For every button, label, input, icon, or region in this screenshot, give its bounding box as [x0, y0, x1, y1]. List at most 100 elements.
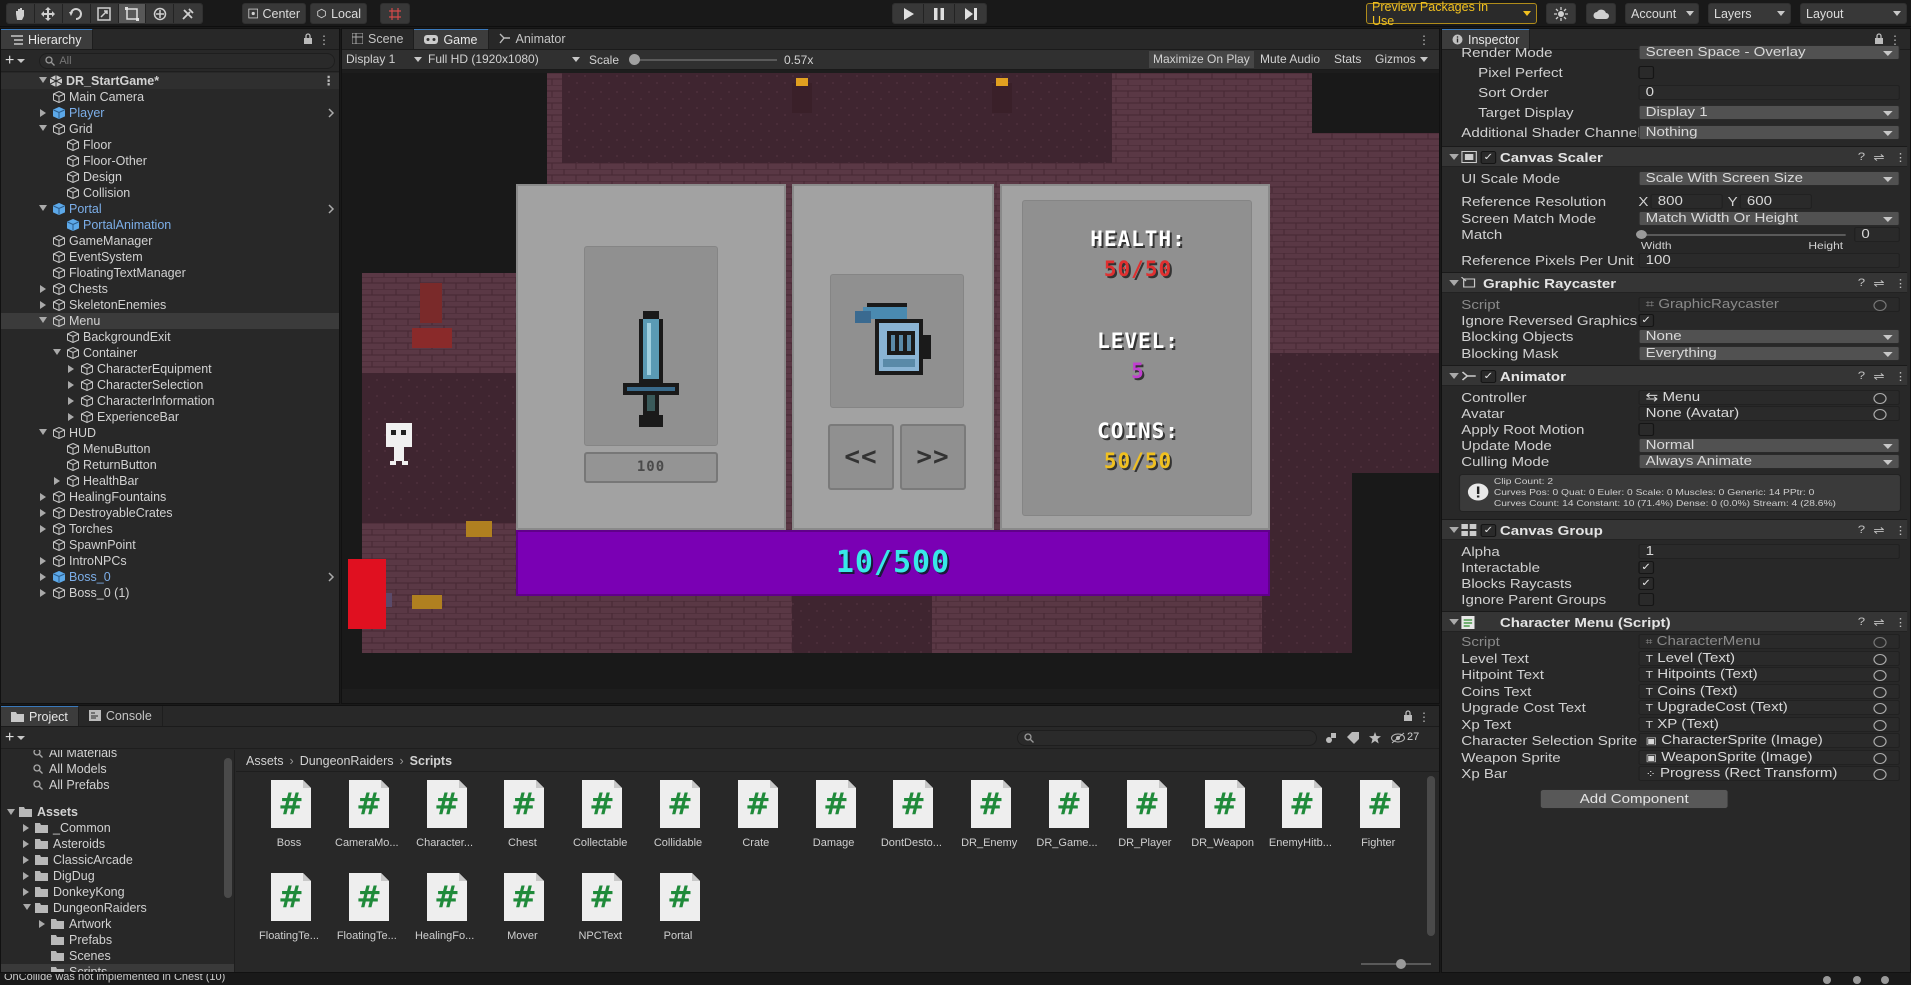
scene-row[interactable]: DR_StartGame* ⋮ [1, 73, 339, 89]
project-lock-icon[interactable] [1403, 710, 1413, 721]
hierarchy-item-floor[interactable]: Floor [1, 137, 339, 153]
object-reference-field[interactable]: T Coins (Text) [1638, 683, 1900, 699]
script-asset[interactable]: # EnemyHitb... [1268, 778, 1332, 856]
hierarchy-item-portal-animation[interactable]: PortalAnimation [1, 217, 339, 233]
hierarchy-item-floor-other[interactable]: Floor-Other [1, 153, 339, 169]
presets-icon[interactable]: ⇌ [1873, 151, 1884, 164]
assets-root[interactable]: Assets [1, 804, 234, 820]
folder-item[interactable]: Scripts [1, 964, 234, 972]
hand-tool-icon[interactable] [7, 4, 35, 23]
hierarchy-item-container[interactable]: Container [1, 345, 339, 361]
folder-item[interactable]: Scenes [1, 948, 234, 964]
lock-icon[interactable] [303, 33, 313, 44]
tree-scrollbar[interactable] [224, 758, 232, 898]
hierarchy-item-main-camera[interactable]: Main Camera [1, 89, 339, 105]
collapse-arrow-icon[interactable] [68, 381, 74, 389]
hierarchy-item-design[interactable]: Design [1, 169, 339, 185]
pause-button[interactable] [924, 4, 955, 23]
ref-y-input[interactable]: 600 [1739, 194, 1812, 209]
hierarchy-item-grid[interactable]: Grid [1, 121, 339, 137]
mute-audio-toggle[interactable]: Mute Audio [1256, 51, 1324, 68]
filter-label-icon[interactable] [1347, 732, 1359, 744]
folder-item[interactable]: Prefabs [1, 932, 234, 948]
collapse-arrow-icon[interactable] [23, 872, 29, 880]
collapse-arrow-icon[interactable] [40, 589, 46, 597]
rect-tool-icon[interactable] [118, 4, 147, 23]
canvas-group-enabled-checkbox[interactable]: ✓ [1480, 524, 1497, 537]
hierarchy-item-menu[interactable]: Menu [1, 313, 339, 329]
ref-x-input[interactable]: 800 [1650, 194, 1723, 209]
tab-hierarchy[interactable]: Hierarchy [1, 29, 93, 49]
hierarchy-item-skeleton-enemies[interactable]: SkeletonEnemies [1, 297, 339, 313]
blocking-mask-dropdown[interactable]: Everything [1638, 346, 1900, 361]
project-create-button[interactable]: + [5, 729, 26, 747]
account-dropdown[interactable]: Account [1625, 3, 1699, 24]
hierarchy-item-torches[interactable]: Torches [1, 521, 339, 537]
debug-icon[interactable] [1822, 975, 1832, 985]
help-icon[interactable]: ? [1858, 616, 1865, 628]
avatar-field[interactable]: None (Avatar) [1638, 406, 1900, 421]
grid-snap-button[interactable] [380, 3, 410, 24]
hierarchy-item-menu-button[interactable]: MenuButton [1, 441, 339, 457]
step-button[interactable] [955, 4, 986, 23]
expand-arrow-icon[interactable] [39, 125, 47, 131]
collapse-arrow-icon[interactable] [68, 413, 74, 421]
hierarchy-item-destroyable-crates[interactable]: DestroyableCrates [1, 505, 339, 521]
object-picker-icon[interactable] [1873, 769, 1887, 780]
breadcrumb-scripts[interactable]: Scripts [410, 754, 452, 768]
collapse-arrow-icon[interactable] [40, 509, 46, 517]
collapse-arrow-icon[interactable] [40, 109, 46, 117]
script-asset[interactable]: # Mover [490, 871, 554, 949]
move-tool-icon[interactable] [34, 4, 63, 23]
hierarchy-item-intro-npcs[interactable]: IntroNPCs [1, 553, 339, 569]
character-menu-header[interactable]: Character Menu (Script) ? ⇌ ⋮ [1442, 611, 1908, 632]
hierarchy-item-return-button[interactable]: ReturnButton [1, 457, 339, 473]
tab-scene[interactable]: Scene [342, 29, 415, 49]
canvas-group-header[interactable]: ✓ Canvas Group ? ⇌ ⋮ [1442, 519, 1908, 540]
stats-toggle[interactable]: Stats [1330, 51, 1365, 68]
collapse-arrow-icon[interactable] [40, 301, 46, 309]
collapse-arrow-icon[interactable] [23, 856, 29, 864]
animator-enabled-checkbox[interactable]: ✓ [1480, 370, 1497, 383]
asset-grid-scrollbar[interactable] [1427, 776, 1435, 936]
folder-item[interactable]: Asteroids [1, 836, 234, 852]
collapse-arrow-icon[interactable] [40, 493, 46, 501]
object-reference-field[interactable]: T Level (Text) [1638, 650, 1900, 666]
collapse-arrow-icon[interactable] [68, 365, 74, 373]
ppu-input[interactable]: 100 [1638, 253, 1900, 268]
breadcrumb-assets[interactable]: Assets [246, 754, 284, 768]
presets-icon[interactable]: ⇌ [1873, 370, 1884, 383]
next-character-button[interactable]: >> [900, 424, 966, 490]
project-search-input[interactable] [1017, 730, 1317, 746]
component-menu-icon[interactable]: ⋮ [1894, 151, 1907, 164]
folder-item[interactable]: Artwork [1, 916, 234, 932]
upgrade-weapon-button[interactable]: 100 [584, 452, 718, 483]
collapse-arrow-icon[interactable] [40, 573, 46, 581]
hierarchy-item-game-manager[interactable]: GameManager [1, 233, 339, 249]
play-button[interactable] [893, 4, 924, 23]
shader-channels-dropdown[interactable]: Nothing [1638, 125, 1900, 140]
hierarchy-item-collision[interactable]: Collision [1, 185, 339, 201]
folder-item[interactable]: DigDug [1, 868, 234, 884]
ignore-reversed-checkbox[interactable]: ✓ [1638, 314, 1655, 327]
hierarchy-search-input[interactable]: All [39, 52, 335, 69]
component-menu-icon[interactable]: ⋮ [1894, 370, 1907, 383]
hierarchy-item-player[interactable]: Player [1, 105, 339, 121]
component-menu-icon[interactable]: ⋮ [1894, 524, 1907, 537]
presets-icon[interactable]: ⇌ [1873, 524, 1884, 537]
hierarchy-item-character-equipment[interactable]: CharacterEquipment [1, 361, 339, 377]
display-dropdown[interactable]: Display 1 [346, 52, 422, 66]
script-asset[interactable]: # DR_Game... [1035, 778, 1099, 856]
object-picker-icon[interactable] [1873, 703, 1887, 714]
tab-console[interactable]: Console [78, 706, 163, 726]
hierarchy-item-experience-bar[interactable]: ExperienceBar [1, 409, 339, 425]
breadcrumb-dungeonraiders[interactable]: DungeonRaiders [300, 754, 394, 768]
target-display-dropdown[interactable]: Display 1 [1638, 105, 1900, 120]
script-asset[interactable]: # NPCText [568, 871, 632, 949]
script-asset[interactable]: # DR_Weapon [1191, 778, 1255, 856]
script-asset[interactable]: # Damage [802, 778, 866, 856]
script-asset[interactable]: # CameraMo... [335, 778, 399, 856]
project-more-icon[interactable]: ⋮ [1418, 710, 1431, 724]
hierarchy-item-boss-0[interactable]: Boss_0 [1, 569, 339, 585]
script-asset[interactable]: # Character... [413, 778, 477, 856]
